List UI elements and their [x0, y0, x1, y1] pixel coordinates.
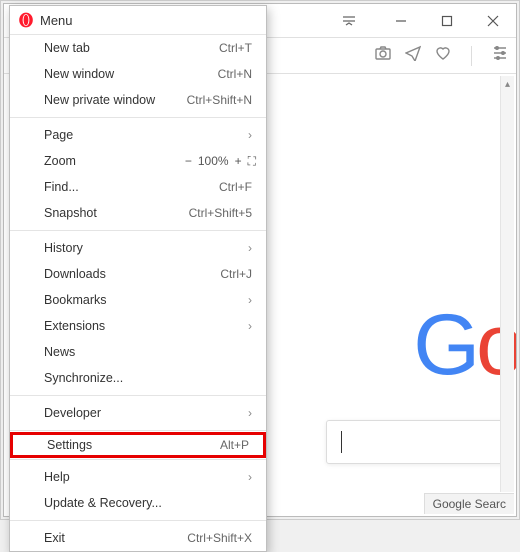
text-caret — [341, 431, 342, 453]
minimize-button[interactable] — [378, 5, 424, 37]
chevron-right-icon: › — [242, 319, 252, 333]
easy-setup-icon[interactable] — [492, 45, 508, 66]
menu-item-help[interactable]: Help› — [10, 464, 266, 490]
separator — [471, 46, 472, 66]
menu-separator — [10, 430, 266, 431]
menu-item-news[interactable]: News — [10, 339, 266, 365]
menu-title: Menu — [40, 13, 73, 28]
chevron-right-icon: › — [242, 406, 252, 420]
menu-item-bookmarks[interactable]: Bookmarks› — [10, 287, 266, 313]
opera-icon — [18, 12, 34, 28]
camera-icon[interactable] — [375, 45, 391, 66]
menu-header: Menu — [10, 6, 266, 35]
fullscreen-icon[interactable]: ⛶ — [248, 154, 256, 169]
menu-separator — [10, 459, 266, 460]
logo-letter-g: G — [413, 297, 476, 393]
menu-item-new-tab[interactable]: New tabCtrl+T — [10, 35, 266, 61]
window-controls — [378, 4, 516, 37]
menu-separator — [10, 395, 266, 396]
scroll-up-icon[interactable]: ▴ — [501, 76, 514, 92]
heart-icon[interactable] — [435, 45, 451, 66]
chevron-right-icon: › — [242, 293, 252, 307]
tab-overview-button[interactable] — [326, 5, 372, 37]
send-icon[interactable] — [405, 45, 421, 66]
chevron-right-icon: › — [242, 470, 252, 484]
zoom-value: 100% — [198, 154, 229, 168]
menu-item-snapshot[interactable]: SnapshotCtrl+Shift+5 — [10, 200, 266, 226]
zoom-out-button[interactable]: − — [185, 154, 192, 168]
chevron-right-icon: › — [242, 128, 252, 142]
menu-item-downloads[interactable]: DownloadsCtrl+J — [10, 261, 266, 287]
search-input[interactable] — [326, 420, 506, 464]
status-label: Google Searc — [424, 493, 514, 514]
close-button[interactable] — [470, 5, 516, 37]
menu-item-exit[interactable]: ExitCtrl+Shift+X — [10, 525, 266, 551]
menu-separator — [10, 117, 266, 118]
menu-item-new-window[interactable]: New windowCtrl+N — [10, 61, 266, 87]
zoom-in-button[interactable]: + — [235, 154, 242, 168]
menu-item-developer[interactable]: Developer› — [10, 400, 266, 426]
menu-separator — [10, 230, 266, 231]
menu-item-extensions[interactable]: Extensions› — [10, 313, 266, 339]
menu-item-update-recovery[interactable]: Update & Recovery... — [10, 490, 266, 516]
menu-item-settings[interactable]: SettingsAlt+P — [10, 432, 266, 458]
menu-separator — [10, 520, 266, 521]
vertical-scrollbar[interactable]: ▴ — [500, 76, 514, 492]
main-menu: Menu New tabCtrl+T New windowCtrl+N New … — [9, 5, 267, 552]
menu-item-new-private-window[interactable]: New private windowCtrl+Shift+N — [10, 87, 266, 113]
menu-item-history[interactable]: History› — [10, 235, 266, 261]
maximize-button[interactable] — [424, 5, 470, 37]
menu-item-zoom[interactable]: Zoom − 100% + ⛶ — [10, 148, 266, 174]
menu-item-synchronize[interactable]: Synchronize... — [10, 365, 266, 391]
chevron-right-icon: › — [242, 241, 252, 255]
menu-item-find[interactable]: Find...Ctrl+F — [10, 174, 266, 200]
menu-item-page[interactable]: Page› — [10, 122, 266, 148]
address-bar-actions — [375, 45, 508, 66]
